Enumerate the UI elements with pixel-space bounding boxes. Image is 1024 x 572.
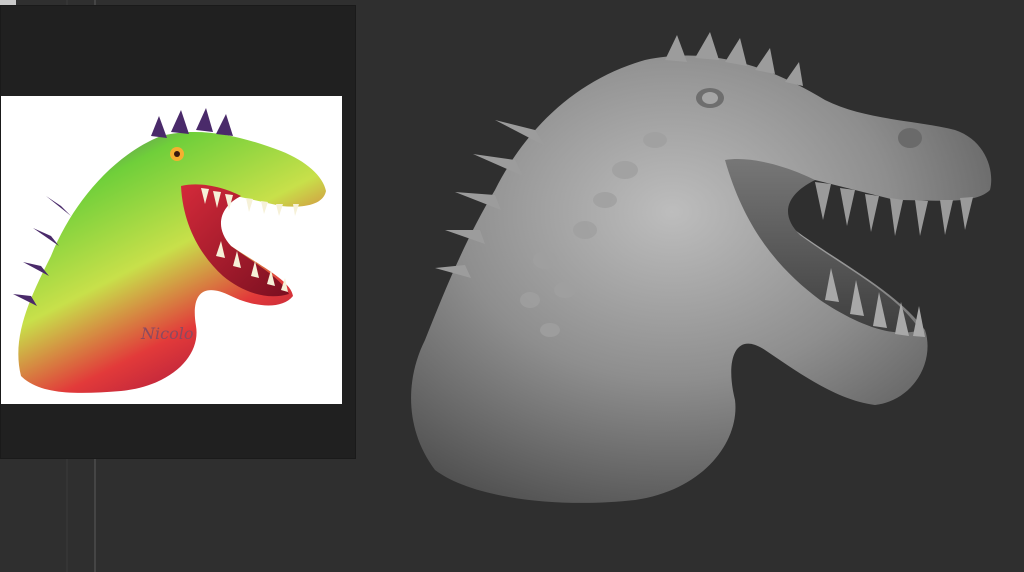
- artist-signature: Nicolo: [141, 324, 194, 343]
- dinosaur-head-sculpt-icon[interactable]: [395, 30, 1005, 510]
- 3d-viewport[interactable]: Nicolo: [0, 0, 1024, 572]
- reference-image-panel[interactable]: Nicolo: [0, 5, 356, 459]
- dinosaur-painting-icon: [13, 108, 326, 393]
- reference-painting: Nicolo: [1, 96, 342, 404]
